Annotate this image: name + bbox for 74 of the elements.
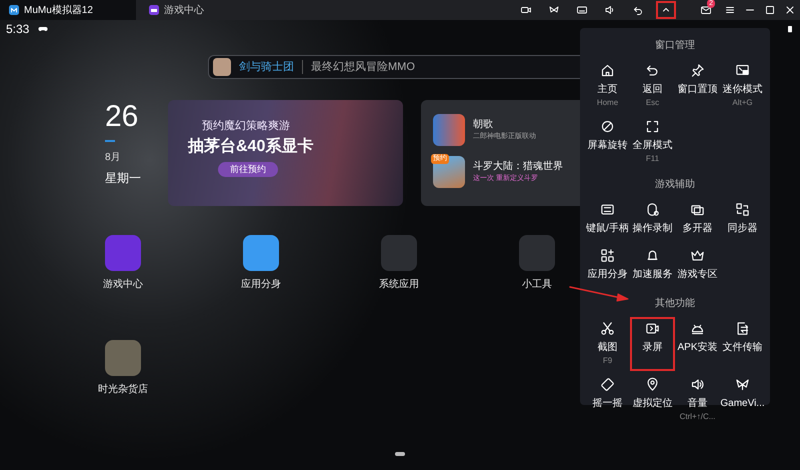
back-icon (645, 63, 660, 78)
menu-item[interactable]: APK安装 (675, 317, 720, 371)
app-icon[interactable] (105, 340, 141, 376)
sync-icon (735, 202, 750, 217)
menu-item[interactable]: 窗口置顶 (675, 59, 720, 113)
crown-icon (690, 248, 705, 263)
game-title: 斗罗大陆：猎魂世界 (473, 160, 563, 174)
tab[interactable]: MuMu模拟器12 (0, 0, 136, 20)
pin-icon (690, 63, 705, 78)
status-time: 5:33 (6, 21, 30, 38)
menu-item[interactable]: 键鼠/手柄 (585, 198, 630, 242)
menu-item[interactable]: 截图 F9 (585, 317, 630, 371)
maximize-icon (764, 4, 776, 16)
bell-icon (645, 248, 660, 263)
undo-icon (632, 4, 644, 16)
home-icon (600, 63, 615, 78)
menu-item[interactable]: 全屏模式 F11 (630, 115, 675, 169)
keyboard-icon (600, 202, 615, 217)
menu-item[interactable]: 音量 Ctrl+↑/C... (675, 373, 720, 427)
section-title: 游戏辅助 (654, 178, 696, 192)
game-icon[interactable] (433, 114, 465, 146)
menu-item[interactable]: 应用分身 (585, 244, 630, 288)
volume-icon (604, 4, 616, 16)
home-indicator[interactable] (395, 452, 405, 456)
gamepad-icon (148, 4, 160, 16)
apps-grid-icon (600, 248, 615, 263)
fullscreen-icon (645, 119, 660, 134)
menu-item[interactable]: 操作录制 (630, 198, 675, 242)
close-icon (784, 4, 796, 16)
app-label: 游戏中心 (103, 278, 143, 292)
menu-item[interactable]: GameVi... (720, 373, 765, 427)
section-title: 窗口管理 (654, 38, 696, 53)
file-transfer-icon (735, 321, 750, 336)
date-month: 8月 (105, 151, 122, 165)
menu-item[interactable]: 摇一摇 (585, 373, 630, 427)
volume-icon (690, 377, 705, 392)
menu-item[interactable]: 屏幕旋转 (585, 115, 630, 169)
menu-item[interactable]: 同步器 (720, 198, 765, 242)
chevron-up-button[interactable] (656, 1, 676, 19)
mail-icon (700, 4, 712, 16)
menu-item[interactable]: 文件传输 (720, 317, 765, 371)
menu-icon (724, 4, 736, 16)
game-title: 朝歌 (473, 118, 494, 132)
picture-in-picture-icon (735, 63, 750, 78)
menu-item[interactable]: 返回 Esc (630, 59, 675, 113)
date-day: 26 (105, 100, 168, 134)
video-icon (645, 321, 660, 336)
app-label: 时光杂货店 (98, 382, 148, 397)
menu-item[interactable]: 游戏专区 (675, 244, 720, 288)
video-camera-icon (520, 4, 532, 16)
tab[interactable]: 游戏中心 (140, 0, 276, 20)
app-clone-icon[interactable] (243, 235, 279, 271)
keyboard-icon (576, 4, 588, 16)
battery-icon (786, 23, 794, 35)
app-label: 应用分身 (241, 278, 281, 292)
location-icon (645, 377, 660, 392)
promo-banner[interactable]: 预约魔幻策略爽游 抽茅台&40系显卡 前往预约 (168, 100, 403, 206)
windows-icon (690, 202, 705, 217)
menu-item[interactable]: 虚拟定位 (630, 373, 675, 427)
menu-item[interactable]: 迷你模式 Alt+G (720, 59, 765, 113)
weekday: 星期一 (105, 170, 142, 187)
menu-item[interactable]: 多开器 (675, 198, 720, 242)
rotate-icon (600, 119, 615, 134)
menu-item[interactable]: 录屏 (630, 317, 675, 371)
section-title: 其他功能 (654, 296, 696, 311)
app-label: 小工具 (522, 278, 552, 292)
reserve-button[interactable]: 前往预约 (218, 162, 278, 177)
app-logo-icon (8, 4, 20, 16)
gamepad-icon (37, 24, 50, 34)
app-label: 系统应用 (379, 278, 419, 292)
record-icon (645, 202, 660, 217)
menu-item[interactable]: 加速服务 (630, 244, 675, 288)
app-thumbnail (213, 58, 231, 76)
scissors-icon (600, 321, 615, 336)
